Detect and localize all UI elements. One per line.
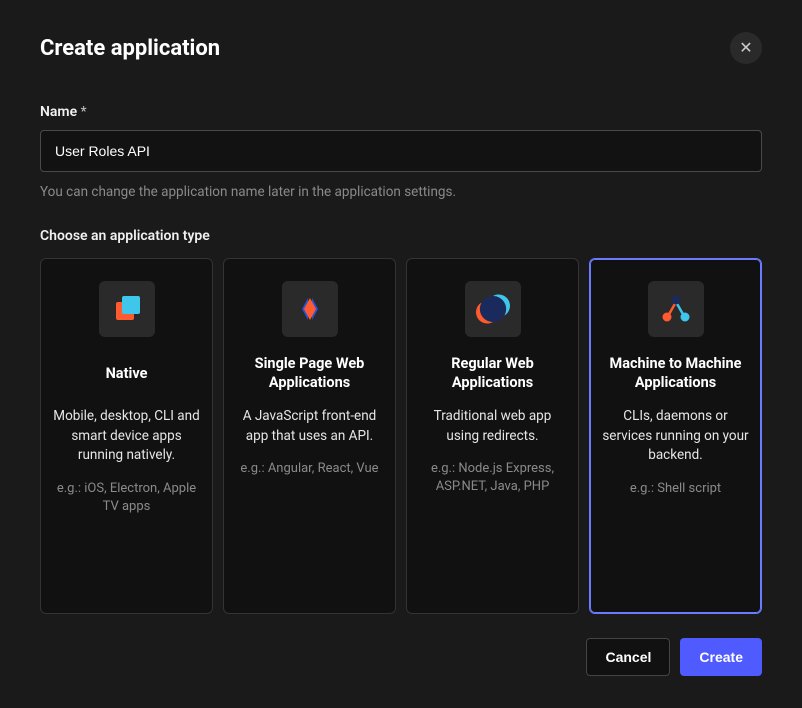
name-required-indicator: * [81, 104, 87, 120]
dialog-footer: Cancel Create [40, 638, 762, 676]
card-desc: A JavaScript front-end app that uses an … [236, 407, 383, 446]
card-title: Single Page Web Applications [236, 355, 383, 393]
close-button[interactable]: ✕ [730, 32, 762, 64]
card-desc: Mobile, desktop, CLI and smart device ap… [53, 407, 200, 466]
name-helper-text: You can change the application name late… [40, 184, 762, 200]
card-spa[interactable]: Single Page Web Applications A JavaScrip… [223, 258, 396, 614]
card-m2m[interactable]: Machine to Machine Applications CLIs, da… [589, 258, 762, 614]
card-regular-web[interactable]: Regular Web Applications Traditional web… [406, 258, 579, 614]
create-button[interactable]: Create [680, 638, 762, 676]
create-application-dialog: Create application ✕ Name * You can chan… [0, 0, 802, 708]
card-title: Machine to Machine Applications [602, 355, 749, 393]
dialog-header: Create application ✕ [40, 32, 762, 64]
dialog-title: Create application [40, 36, 220, 61]
name-label: Name * [40, 104, 762, 120]
card-example: e.g.: Node.js Express, ASP.NET, Java, PH… [419, 460, 566, 496]
card-example: e.g.: iOS, Electron, Apple TV apps [53, 480, 200, 516]
spa-icon [282, 281, 338, 337]
m2m-icon [648, 281, 704, 337]
application-type-cards: Native Mobile, desktop, CLI and smart de… [40, 258, 762, 614]
card-native[interactable]: Native Mobile, desktop, CLI and smart de… [40, 258, 213, 614]
card-example: e.g.: Angular, React, Vue [240, 460, 378, 478]
name-label-text: Name [40, 104, 77, 120]
name-input[interactable] [40, 130, 762, 172]
card-desc: CLIs, daemons or services running on you… [602, 407, 749, 466]
native-icon [99, 281, 155, 337]
card-example: e.g.: Shell script [630, 480, 721, 498]
regular-web-icon [465, 281, 521, 337]
card-title: Native [106, 355, 148, 393]
close-icon: ✕ [739, 38, 752, 58]
cancel-button[interactable]: Cancel [586, 638, 670, 676]
card-title: Regular Web Applications [419, 355, 566, 393]
card-desc: Traditional web app using redirects. [419, 407, 566, 446]
type-section-label: Choose an application type [40, 228, 762, 244]
